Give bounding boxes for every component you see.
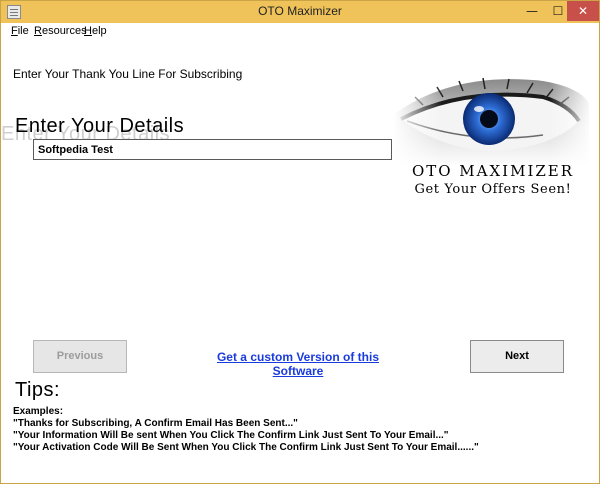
eye-logo-icon — [393, 75, 589, 167]
details-title: Enter Your Details — [15, 115, 185, 137]
next-button[interactable]: Next — [470, 340, 564, 373]
close-button[interactable]: ✕ — [567, 1, 599, 21]
menu-bar: File Resources Help — [1, 23, 599, 41]
app-window: OTO Maximizer — ☐ ✕ File Resources Help … — [0, 0, 600, 484]
tips-title: Tips: — [15, 379, 61, 401]
menu-resources[interactable]: Resources — [34, 25, 87, 37]
menu-help-label: elp — [91, 25, 107, 37]
minimize-button[interactable]: — — [519, 1, 545, 21]
example-line: "Your Activation Code Will Be Sent When … — [13, 442, 479, 453]
thank-you-line-input[interactable] — [33, 139, 392, 160]
custom-version-link[interactable]: Get a custom Version of this Software — [190, 350, 406, 378]
brand-name: OTO MAXIMIZER — [411, 162, 575, 180]
previous-button[interactable]: Previous — [33, 340, 127, 373]
example-line: "Thanks for Subscribing, A Confirm Email… — [13, 418, 298, 429]
example-line: "Your Information Will Be sent When You … — [13, 430, 449, 441]
menu-help[interactable]: Help — [84, 25, 107, 37]
window-title: OTO Maximizer — [258, 4, 342, 18]
menu-file-mnemonic: F — [11, 25, 18, 37]
menu-help-mnemonic: H — [84, 25, 92, 37]
menu-resources-mnemonic: R — [34, 25, 42, 37]
brand-tagline: Get Your Offers Seen! — [414, 182, 572, 197]
thank-you-line-label: Enter Your Thank You Line For Subscribin… — [13, 67, 243, 81]
menu-file[interactable]: File — [11, 25, 29, 37]
title-bar[interactable]: OTO Maximizer — ☐ ✕ — [1, 1, 599, 23]
examples-label: Examples: — [13, 406, 64, 417]
menu-file-label: ile — [17, 25, 29, 37]
menu-resources-label: esources — [41, 25, 87, 37]
